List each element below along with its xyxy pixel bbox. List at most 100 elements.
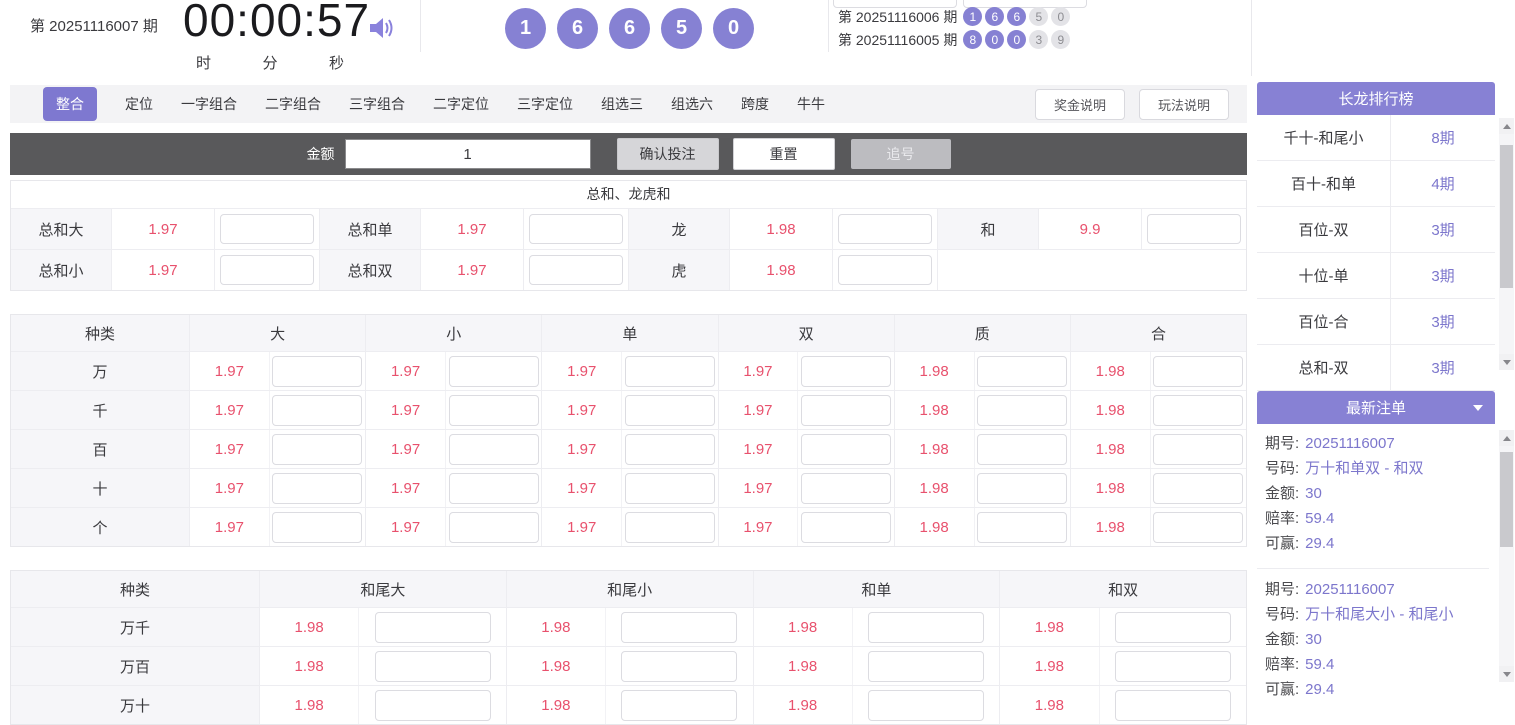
tab-zuxuan-liu[interactable]: 组选六 <box>671 94 713 114</box>
odds-value: 1.98 <box>1071 508 1151 546</box>
odds-value: 1.98 <box>507 608 607 646</box>
odds-value: 1.98 <box>1071 430 1151 468</box>
scrollbar-thumb[interactable] <box>1500 145 1513 288</box>
panel-title: 长龙排行榜 <box>1338 91 1414 108</box>
bet-input[interactable] <box>624 355 715 387</box>
bet-input[interactable] <box>220 255 314 285</box>
table-row: 万千 1.98 1.98 1.98 1.98 <box>11 608 1246 647</box>
bet-input[interactable] <box>801 433 891 465</box>
order-field-value: 20251116007 <box>1305 435 1395 452</box>
tab-kuadu[interactable]: 跨度 <box>741 94 769 114</box>
history-ball: 6 <box>985 7 1005 26</box>
bet-input[interactable] <box>1153 355 1244 387</box>
bet-input[interactable] <box>448 394 539 426</box>
bet-input[interactable] <box>448 472 539 504</box>
prize-info-button[interactable]: 奖金说明 <box>1035 88 1125 120</box>
bet-input[interactable] <box>448 355 539 387</box>
bet-input[interactable] <box>1114 689 1231 721</box>
bet-input[interactable] <box>621 611 738 643</box>
bet-input[interactable] <box>624 433 715 465</box>
table-row: 千 1.97 1.97 1.97 1.97 1.98 1.98 <box>11 391 1246 430</box>
scrollbar-thumb[interactable] <box>1500 452 1513 547</box>
bet-input[interactable] <box>272 355 363 387</box>
chase-number-button[interactable]: 追号 <box>850 139 951 169</box>
bet-input[interactable] <box>868 689 985 721</box>
current-draw-balls: 1 6 6 5 0 <box>505 8 754 49</box>
bet-input[interactable] <box>272 472 363 504</box>
bet-input[interactable] <box>624 394 715 426</box>
bet-input[interactable] <box>1153 511 1244 543</box>
ranking-count: 4期 <box>1431 176 1455 193</box>
tab-dingwei[interactable]: 定位 <box>125 94 153 114</box>
ranking-row: 十位-单 3期 <box>1257 253 1495 299</box>
bet-input[interactable] <box>374 611 491 643</box>
bet-input[interactable] <box>374 689 491 721</box>
bet-input[interactable] <box>374 650 491 682</box>
amount-input[interactable] <box>344 139 591 169</box>
bet-input[interactable] <box>977 355 1068 387</box>
bet-input[interactable] <box>801 472 891 504</box>
tab-niuniu[interactable]: 牛牛 <box>797 94 825 114</box>
main-panel: 整合 定位 一字组合 二字组合 三字组合 二字定位 三字定位 组选三 组选六 跨… <box>10 85 1247 725</box>
countdown-timer: 00:00:57 <box>183 0 371 46</box>
tab-zuxuan-san[interactable]: 组选三 <box>601 94 643 114</box>
tab-erzi-zuhe[interactable]: 二字组合 <box>265 94 321 114</box>
play-info-button[interactable]: 玩法说明 <box>1139 88 1229 120</box>
ranking-name: 百位-合 <box>1257 299 1391 344</box>
bet-input[interactable] <box>1153 472 1244 504</box>
orders-scrollbar[interactable] <box>1499 430 1514 682</box>
bet-input[interactable] <box>801 511 891 543</box>
bet-input[interactable] <box>621 650 738 682</box>
bet-input[interactable] <box>838 214 932 244</box>
bet-input[interactable] <box>1114 650 1231 682</box>
ranking-count: 3期 <box>1431 314 1455 331</box>
bet-input[interactable] <box>272 433 363 465</box>
row-kind-label: 千 <box>11 391 190 429</box>
reset-button[interactable]: 重置 <box>732 138 835 170</box>
ranking-name: 总和-双 <box>1257 345 1391 390</box>
bet-input[interactable] <box>529 255 623 285</box>
bet-input[interactable] <box>977 433 1068 465</box>
bet-input[interactable] <box>1147 214 1241 244</box>
caret-down-icon[interactable] <box>1473 405 1483 411</box>
bet-input[interactable] <box>838 255 932 285</box>
tab-sanzi-zuhe[interactable]: 三字组合 <box>349 94 405 114</box>
bet-input[interactable] <box>801 394 891 426</box>
bet-input[interactable] <box>1153 433 1244 465</box>
bet-input[interactable] <box>977 394 1068 426</box>
bet-input[interactable] <box>801 355 891 387</box>
bet-input[interactable] <box>868 650 985 682</box>
bet-input[interactable] <box>624 472 715 504</box>
bet-input[interactable] <box>272 394 363 426</box>
bet-input[interactable] <box>977 472 1068 504</box>
bet-option-label: 总和大 <box>11 209 112 249</box>
bet-input[interactable] <box>272 511 363 543</box>
scroll-up-arrow-icon[interactable] <box>1499 118 1514 134</box>
bet-input[interactable] <box>220 214 314 244</box>
speaker-icon[interactable] <box>368 15 396 41</box>
bet-input[interactable] <box>448 511 539 543</box>
tab-zhenghe[interactable]: 整合 <box>43 87 97 121</box>
order-field-value: 万十和单双 - 和双 <box>1305 460 1424 477</box>
ranking-scrollbar[interactable] <box>1499 118 1514 370</box>
odds-value: 1.97 <box>190 430 270 468</box>
tab-yizi-zuhe[interactable]: 一字组合 <box>181 94 237 114</box>
scroll-down-arrow-icon[interactable] <box>1499 354 1514 370</box>
bet-input[interactable] <box>1114 611 1231 643</box>
bet-input[interactable] <box>448 433 539 465</box>
scroll-up-arrow-icon[interactable] <box>1499 430 1514 446</box>
bet-input[interactable] <box>529 214 623 244</box>
odds-value: 1.97 <box>112 209 215 249</box>
scroll-down-arrow-icon[interactable] <box>1499 666 1514 682</box>
bet-input[interactable] <box>1153 394 1244 426</box>
tab-sanzi-dingwei[interactable]: 三字定位 <box>517 94 573 114</box>
tab-erzi-dingwei[interactable]: 二字定位 <box>433 94 489 114</box>
bet-input[interactable] <box>977 511 1068 543</box>
bet-input[interactable] <box>868 611 985 643</box>
bet-input[interactable] <box>624 511 715 543</box>
table-row: 万 1.97 1.97 1.97 1.97 1.98 1.98 <box>11 352 1246 391</box>
table-row: 个 1.97 1.97 1.97 1.97 1.98 1.98 <box>11 508 1246 546</box>
odds-value: 1.98 <box>260 686 360 724</box>
bet-input[interactable] <box>621 689 738 721</box>
confirm-bet-button[interactable]: 确认投注 <box>616 138 719 170</box>
